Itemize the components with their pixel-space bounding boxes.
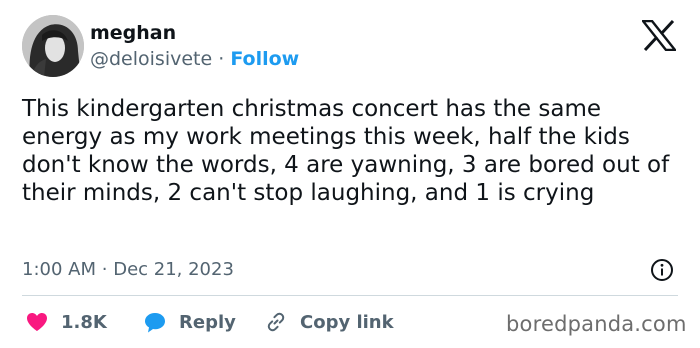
- reply-label: Reply: [179, 311, 236, 333]
- timestamp[interactable]: 1:00 AM · Dec 21, 2023: [22, 259, 234, 280]
- avatar[interactable]: [22, 15, 84, 77]
- follow-button[interactable]: Follow: [230, 48, 299, 70]
- info-icon[interactable]: [650, 258, 674, 282]
- author-handle[interactable]: @deloisivete: [90, 48, 212, 70]
- like-count: 1.8K: [61, 311, 107, 333]
- reply-button[interactable]: Reply: [144, 309, 236, 335]
- date-separator: ·: [101, 259, 108, 280]
- speech-bubble-icon: [145, 312, 165, 332]
- copy-link-button[interactable]: Copy link: [265, 309, 394, 335]
- x-logo-icon[interactable]: [641, 19, 677, 52]
- copy-link-label: Copy link: [300, 311, 394, 333]
- tweet-card: meghan @deloisivete · Follow This kinder…: [0, 0, 700, 348]
- tweet-text: This kindergarten christmas concert has …: [22, 96, 670, 206]
- handle-separator: ·: [218, 48, 225, 70]
- handle-row: @deloisivete · Follow: [90, 48, 299, 70]
- heart-icon: [27, 313, 47, 331]
- watermark: boredpanda.com: [506, 312, 687, 336]
- author-name[interactable]: meghan: [90, 22, 176, 44]
- link-icon: [267, 312, 285, 332]
- tweet-date: Dec 21, 2023: [113, 259, 234, 280]
- like-button[interactable]: 1.8K: [26, 309, 107, 335]
- tweet-time: 1:00 AM: [22, 259, 96, 280]
- divider: [22, 295, 678, 296]
